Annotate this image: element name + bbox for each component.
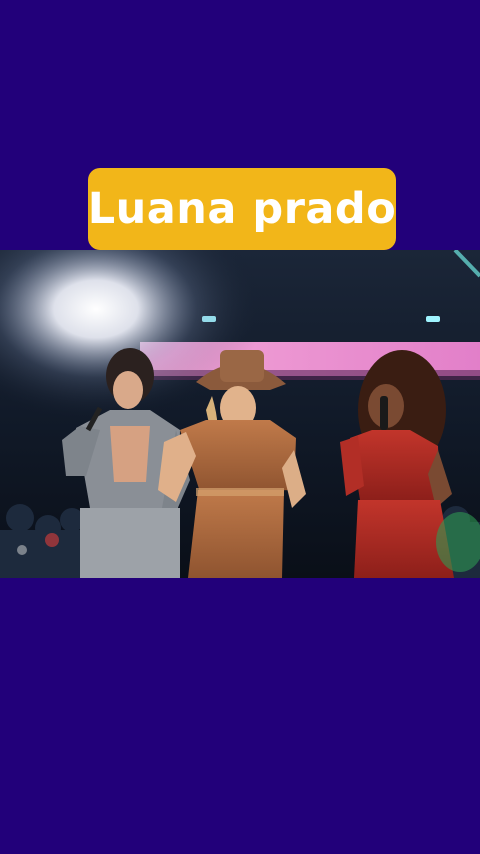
title-banner: Luana prado <box>88 168 396 250</box>
concert-video-frame <box>0 250 480 578</box>
banner-title: Luana prado <box>87 184 397 234</box>
video-player[interactable] <box>0 250 480 578</box>
reel-screen: Luana prado <box>0 0 480 854</box>
